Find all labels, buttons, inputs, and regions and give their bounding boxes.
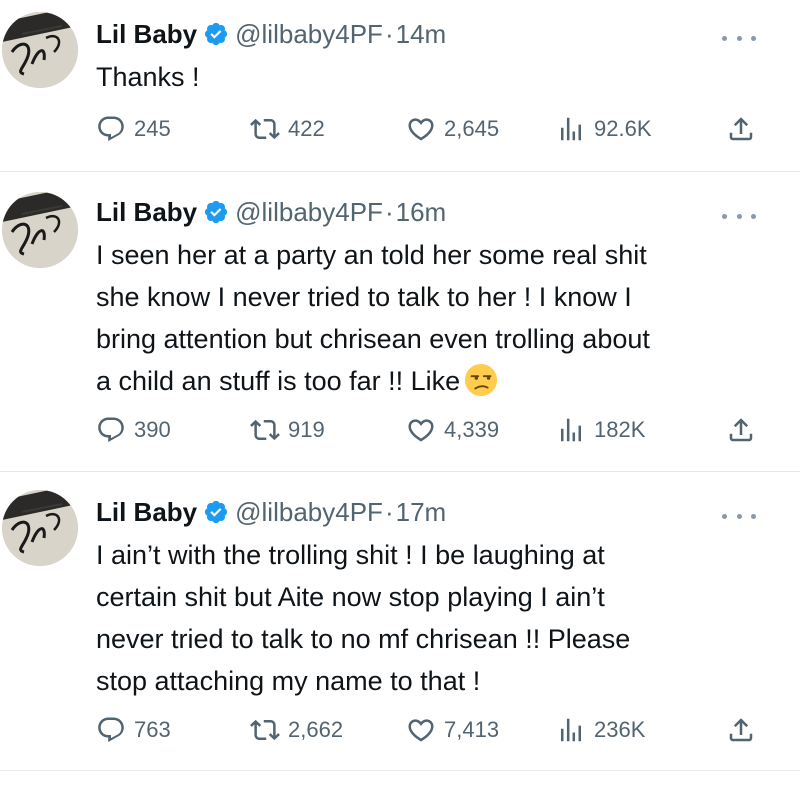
views-button[interactable]: 182K (556, 412, 645, 448)
reply-count: 390 (134, 417, 171, 442)
share-button[interactable] (726, 111, 756, 147)
tweet-header: Lil Baby @lilbaby4PF · 14m (96, 14, 446, 54)
tweet-text-line: stop attaching my name to that ! (96, 666, 481, 696)
retweet-count: 422 (288, 116, 325, 141)
tweet-text: I ain’t with the trolling shit ! I be la… (96, 534, 776, 702)
separator-dot: · (384, 496, 394, 527)
more-icon[interactable] (722, 506, 756, 526)
action-bar: 245 422 2,645 92.6K (96, 111, 760, 147)
share-icon (729, 718, 753, 742)
tweet-text: Thanks ! (96, 56, 776, 98)
views-button[interactable]: 236K (556, 712, 645, 748)
tweet[interactable]: Lil Baby @lilbaby4PF · 14m Thanks ! 245 … (0, 0, 800, 172)
retweet-button[interactable]: 2,662 (250, 712, 343, 748)
reply-count: 245 (134, 116, 171, 141)
handle[interactable]: @lilbaby4PF (235, 497, 383, 528)
share-icon (729, 418, 753, 442)
verified-badge-icon (205, 500, 228, 524)
tweet-text-line: I ain’t with the trolling shit ! I be la… (96, 540, 605, 570)
tweet[interactable]: Lil Baby @lilbaby4PF · 17m I ain’t with … (0, 472, 800, 770)
divider (0, 770, 800, 771)
retweet-icon (250, 118, 280, 140)
views-icon (561, 117, 581, 141)
reply-icon (98, 116, 124, 141)
timestamp[interactable]: 16m (396, 197, 447, 228)
like-button[interactable]: 7,413 (406, 712, 499, 748)
reply-count: 763 (134, 717, 171, 742)
action-bar: 763 2,662 7,413 236K (96, 712, 760, 748)
display-name[interactable]: Lil Baby (96, 19, 197, 50)
separator-dot: · (384, 196, 394, 227)
tweet-text-line: she know I never tried to talk to her ! … (96, 282, 632, 312)
tweet-text: I seen her at a party an told her some r… (96, 234, 776, 402)
handle[interactable]: @lilbaby4PF (235, 19, 383, 50)
retweet-count: 919 (288, 417, 325, 442)
share-button[interactable] (726, 412, 756, 448)
reply-button[interactable]: 245 (96, 111, 171, 147)
reply-icon (98, 717, 124, 742)
heart-icon (408, 719, 434, 742)
tweet-header: Lil Baby @lilbaby4PF · 16m (96, 192, 446, 232)
retweet-icon (250, 419, 280, 441)
views-icon (561, 718, 581, 742)
retweet-icon (250, 719, 280, 741)
views-count: 236K (594, 717, 646, 742)
timestamp[interactable]: 17m (396, 497, 447, 528)
more-icon[interactable] (722, 28, 756, 48)
views-button[interactable]: 92.6K (556, 111, 652, 147)
reply-button[interactable]: 763 (96, 712, 171, 748)
retweet-count: 2,662 (288, 717, 344, 742)
retweet-button[interactable]: 919 (250, 412, 325, 448)
like-count: 4,339 (444, 417, 500, 442)
unamused-face-emoji-icon (465, 363, 498, 397)
like-button[interactable]: 2,645 (406, 111, 499, 147)
tweet-header: Lil Baby @lilbaby4PF · 17m (96, 492, 446, 532)
verified-badge-icon (205, 22, 228, 46)
heart-icon (408, 118, 434, 141)
tweet-text-line: never tried to talk to no mf chrisean !!… (96, 624, 631, 654)
reply-icon (98, 417, 124, 442)
verified-badge-icon (205, 200, 228, 224)
tweet-text-line: bring attention but chrisean even trolli… (96, 324, 650, 354)
handle[interactable]: @lilbaby4PF (235, 197, 383, 228)
display-name[interactable]: Lil Baby (96, 197, 197, 228)
timestamp[interactable]: 14m (396, 19, 447, 50)
tweet-text-line: a child an stuff is too far !! Like (96, 366, 461, 396)
avatar-image (2, 490, 78, 566)
tweet-text-line: I seen her at a party an told her some r… (96, 240, 647, 270)
avatar[interactable] (2, 490, 78, 566)
share-icon (729, 117, 753, 141)
views-count: 92.6K (594, 116, 652, 141)
display-name[interactable]: Lil Baby (96, 497, 197, 528)
tweet-text-line: Thanks ! (96, 62, 200, 92)
like-count: 2,645 (444, 116, 500, 141)
tweet-text-line: certain shit but Aite now stop playing I… (96, 582, 605, 612)
views-icon (561, 418, 581, 442)
views-count: 182K (594, 417, 646, 442)
avatar[interactable] (2, 12, 78, 88)
more-icon[interactable] (722, 206, 756, 226)
avatar-image (2, 12, 78, 88)
action-bar: 390 919 4,339 182K (96, 412, 760, 448)
heart-icon (408, 419, 434, 442)
separator-dot: · (384, 18, 394, 49)
tweet-text-line-with-emoji: a child an stuff is too far !! Like (96, 360, 776, 402)
retweet-button[interactable]: 422 (250, 111, 325, 147)
avatar[interactable] (2, 192, 78, 268)
avatar-image (2, 192, 78, 268)
like-button[interactable]: 4,339 (406, 412, 499, 448)
share-button[interactable] (726, 712, 756, 748)
like-count: 7,413 (444, 717, 500, 742)
tweet[interactable]: Lil Baby @lilbaby4PF · 16m I seen her at… (0, 172, 800, 472)
reply-button[interactable]: 390 (96, 412, 171, 448)
